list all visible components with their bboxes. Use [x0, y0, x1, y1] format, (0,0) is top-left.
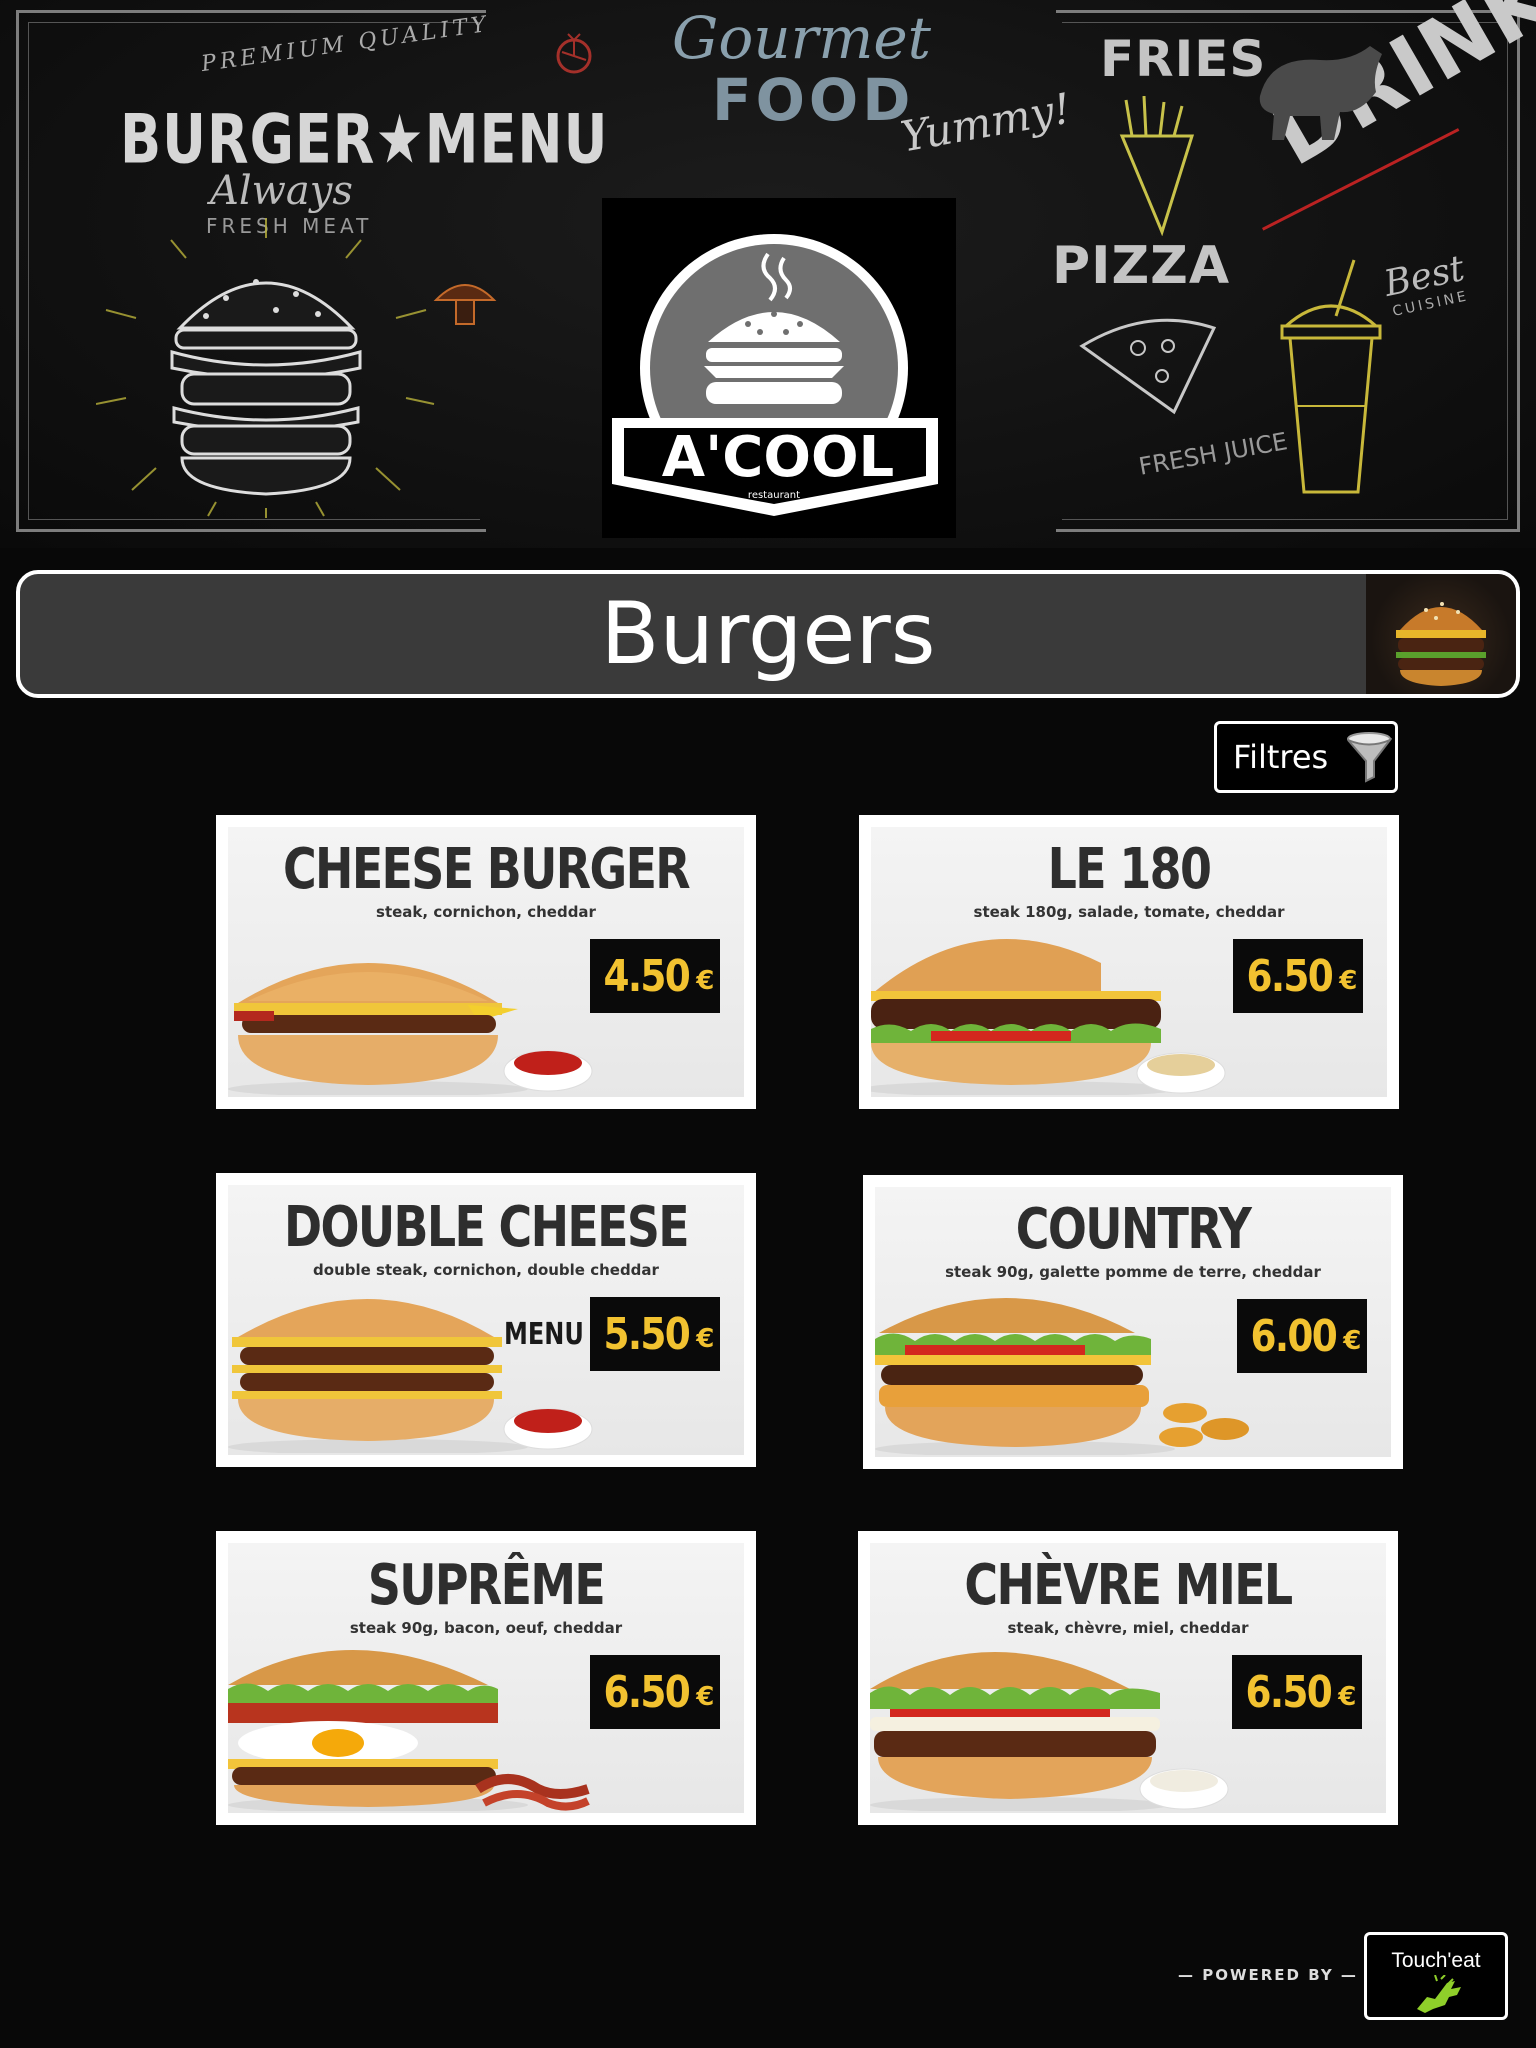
- price-currency: €: [1339, 966, 1358, 996]
- burger-photo-icon: [1396, 602, 1486, 686]
- logo-name: A'COOL: [662, 425, 894, 490]
- filter-button[interactable]: Filtres: [1214, 721, 1398, 793]
- category-title-bar: Burgers: [16, 570, 1520, 698]
- product-card-inner: CHÈVRE MIEL steak, chèvre, miel, cheddar…: [870, 1543, 1386, 1813]
- category-burger-thumbnail: [1366, 574, 1516, 694]
- price-currency: €: [696, 1682, 715, 1712]
- product-name: CHÈVRE MIEL: [964, 1553, 1293, 1618]
- gourmet-text: Gourmet: [672, 4, 931, 72]
- product-description: double steak, cornichon, double cheddar: [313, 1261, 659, 1279]
- product-description: steak 180g, salade, tomate, cheddar: [973, 903, 1285, 921]
- product-card-inner: DOUBLE CHEESE double steak, cornichon, d…: [228, 1185, 744, 1455]
- product-card-inner: SUPRÊME steak 90g, bacon, oeuf, cheddar …: [228, 1543, 744, 1813]
- product-name: SUPRÊME: [367, 1553, 606, 1618]
- price-value: 6.50: [1245, 1666, 1332, 1718]
- product-description: steak, chèvre, miel, cheddar: [1007, 1619, 1249, 1637]
- filter-label: Filtres: [1233, 738, 1329, 776]
- tomato-sketch-icon: [556, 33, 592, 74]
- price-currency: €: [1338, 1682, 1357, 1712]
- product-card[interactable]: CHEESE BURGER steak, cornichon, cheddar …: [216, 815, 756, 1109]
- acool-logo: A'COOL restaurant: [612, 234, 938, 516]
- toucheat-logo-button[interactable]: Touch'eat: [1364, 1932, 1508, 2020]
- product-description: steak 90g, bacon, oeuf, cheddar: [349, 1619, 623, 1637]
- price-value: 4.50: [603, 950, 690, 1002]
- product-name: COUNTRY: [1015, 1197, 1252, 1262]
- burger-menu-text: BURGER★MENU: [120, 100, 609, 179]
- bull-silhouette-icon: [1259, 46, 1382, 140]
- burger-sketch-icon: [96, 218, 435, 518]
- funnel-icon: [1347, 732, 1393, 783]
- category-title: Burgers: [600, 584, 936, 684]
- price-tag: 6.50 €: [1233, 939, 1363, 1013]
- product-card[interactable]: DOUBLE CHEESE double steak, cornichon, d…: [216, 1173, 756, 1467]
- hand-pointer-icon: [1417, 1975, 1461, 2013]
- fries-text: FRIES: [1100, 30, 1267, 88]
- price-value: 6.50: [603, 1666, 690, 1718]
- price-value: 6.00: [1250, 1310, 1337, 1362]
- product-card-inner: LE 180 steak 180g, salade, tomate, chedd…: [871, 827, 1387, 1097]
- price-tag: 4.50 €: [590, 939, 720, 1013]
- mushroom-sketch-icon: [433, 284, 497, 325]
- product-card-inner: CHEESE BURGER steak, cornichon, cheddar …: [228, 827, 744, 1097]
- yummy-text: Yummy!: [897, 83, 1075, 162]
- drink-cup-sketch-icon: [1280, 259, 1382, 494]
- product-card[interactable]: LE 180 steak 180g, salade, tomate, chedd…: [859, 815, 1399, 1109]
- price-currency: €: [696, 966, 715, 996]
- logo-tagline: restaurant: [748, 490, 800, 501]
- price-tag: 6.00 €: [1237, 1299, 1367, 1373]
- product-name: LE 180: [1047, 837, 1212, 902]
- price-currency: €: [1343, 1326, 1362, 1356]
- pizza-text: PIZZA: [1052, 236, 1231, 296]
- product-card[interactable]: SUPRÊME steak 90g, bacon, oeuf, cheddar …: [216, 1531, 756, 1825]
- price-tag: 5.50 €: [590, 1297, 720, 1371]
- product-description: steak 90g, galette pomme de terre, chedd…: [945, 1263, 1321, 1281]
- product-card-inner: COUNTRY steak 90g, galette pomme de terr…: [875, 1187, 1391, 1457]
- product-name: DOUBLE CHEESE: [283, 1195, 690, 1260]
- product-card[interactable]: COUNTRY steak 90g, galette pomme de terr…: [863, 1175, 1403, 1469]
- toucheat-brand-label: Touch'eat: [1391, 1949, 1481, 1972]
- powered-by-label: — POWERED BY —: [1178, 1966, 1358, 1984]
- price-tag: 6.50 €: [590, 1655, 720, 1729]
- price-currency: €: [696, 1324, 715, 1354]
- food-text: FOOD: [712, 66, 915, 134]
- product-name: CHEESE BURGER: [282, 837, 691, 902]
- always-text: Always: [210, 168, 353, 214]
- price-value: 6.50: [1246, 950, 1333, 1002]
- product-card[interactable]: CHÈVRE MIEL steak, chèvre, miel, cheddar…: [858, 1531, 1398, 1825]
- fries-cone-sketch-icon: [1119, 96, 1195, 236]
- header-banner: PREMIUM QUALITY BURGER★MENU Always FRESH…: [0, 0, 1536, 548]
- price-tag: 6.50 €: [1232, 1655, 1362, 1729]
- price-value: 5.50: [603, 1308, 690, 1360]
- menu-label: MENU: [504, 1317, 584, 1352]
- product-description: steak, cornichon, cheddar: [376, 903, 596, 921]
- pizza-slice-sketch-icon: [1079, 318, 1217, 415]
